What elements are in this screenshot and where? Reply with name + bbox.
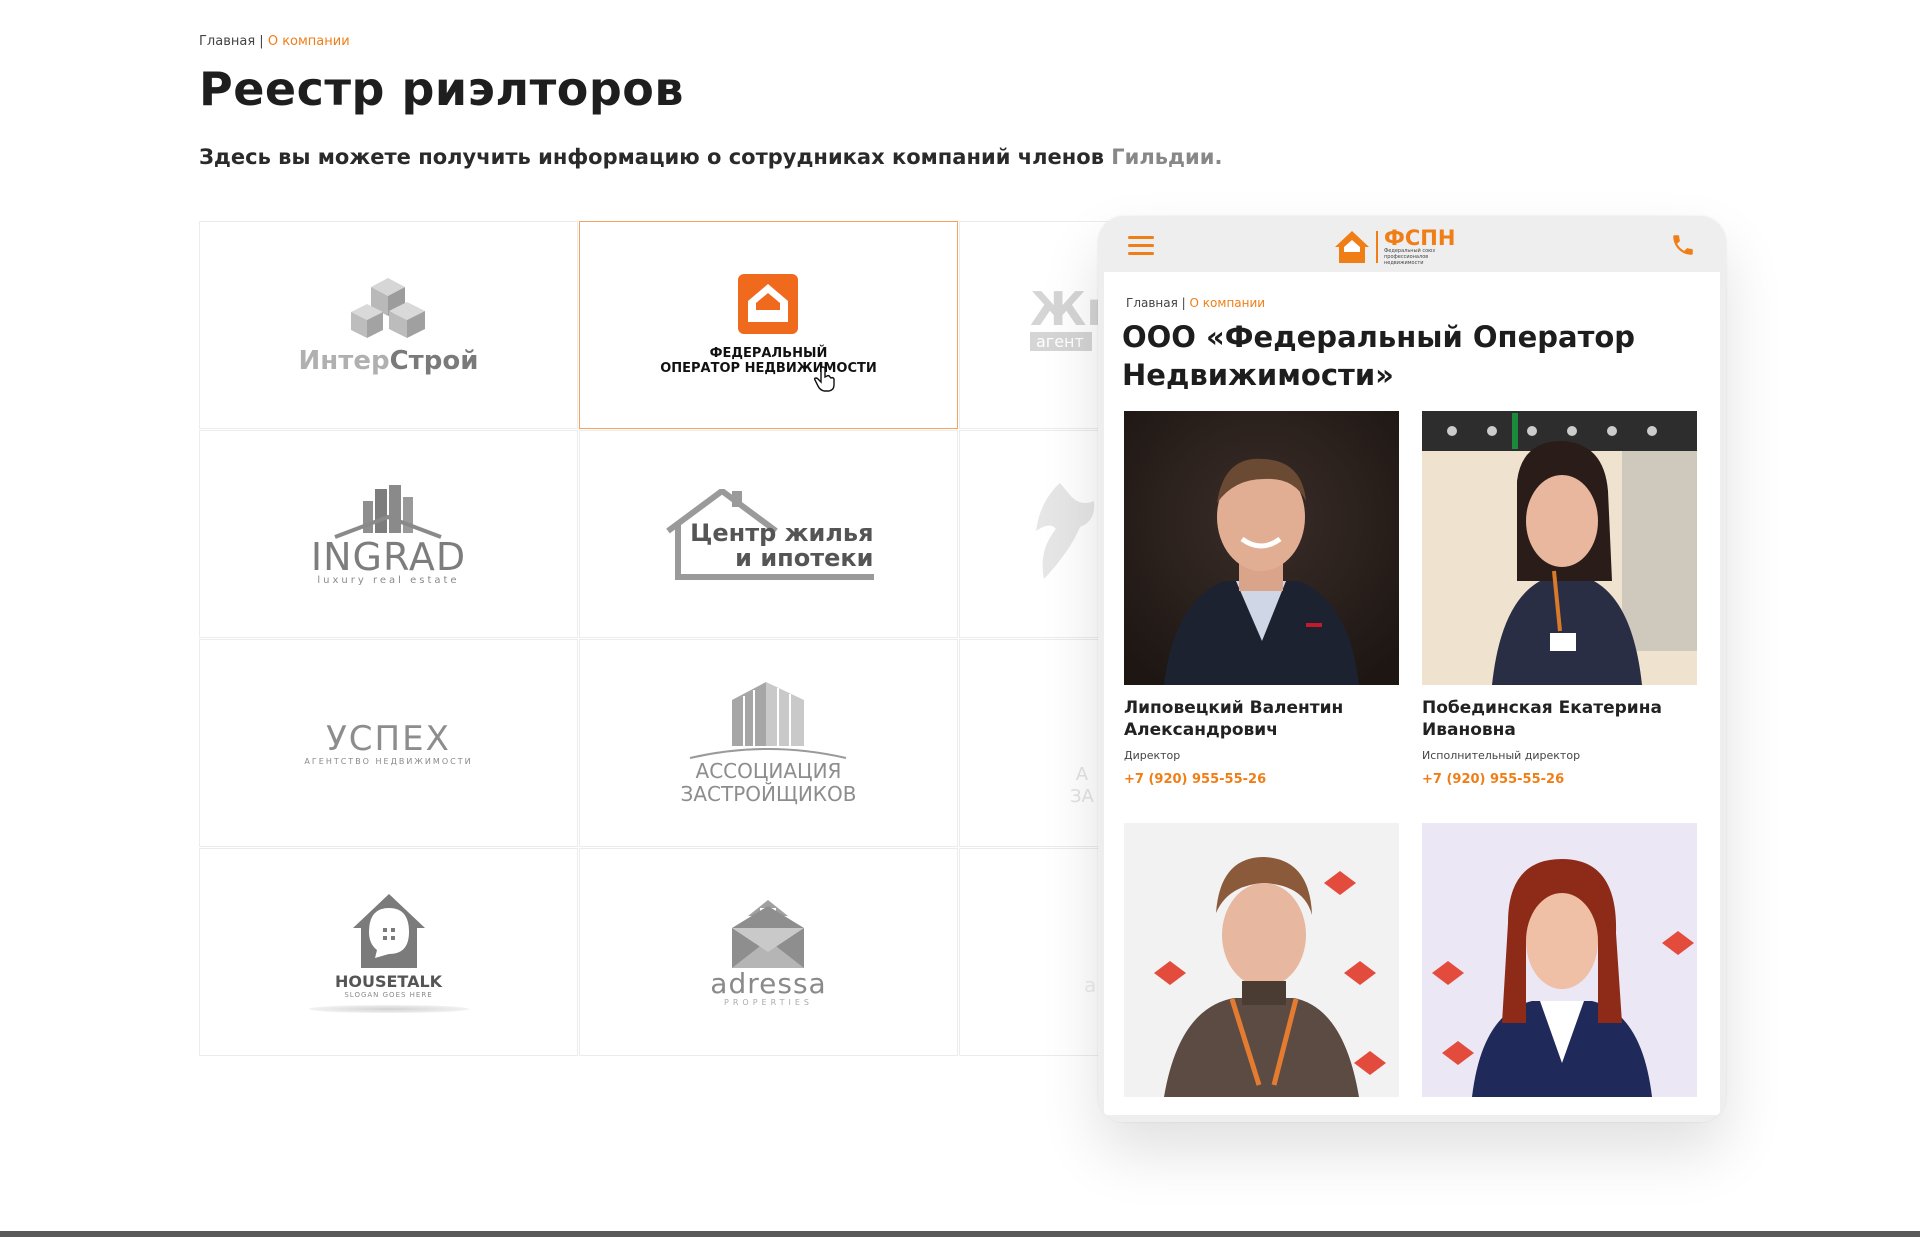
logo-ingrad-line2: luxury real estate — [317, 574, 460, 586]
bottom-bar — [0, 1231, 1920, 1237]
logo-cell-adressa[interactable]: adressa PROPERTIES — [579, 848, 958, 1056]
mobile-brand-logo[interactable]: ФСПН Федеральный союз профессионалов нед… — [1334, 228, 1464, 266]
cursor-hand-icon — [814, 366, 835, 392]
employee-phone-link[interactable]: +7 (920) 955-55-26 — [1124, 772, 1266, 787]
employee-photo-image — [1124, 411, 1399, 685]
logo-ingrad: INGRAD luxury real estate — [311, 483, 466, 586]
house-logo-icon — [738, 274, 799, 334]
page-subtitle: Здесь вы можете получить информацию о со… — [199, 145, 1222, 169]
logo-adressa: adressa PROPERTIES — [710, 898, 826, 1007]
employee-photo — [1124, 411, 1399, 685]
logo-center-line2: и ипотеки — [735, 544, 874, 572]
employee-photo — [1422, 823, 1697, 1097]
employee-card[interactable] — [1422, 823, 1697, 1097]
cubes-icon — [351, 278, 426, 338]
logo-cell-housetalk[interactable]: HOUSETALK SLOGAN GOES HERE — [199, 848, 578, 1056]
logo-fon-line1: ФЕДЕРАЛЬНЫЙ — [709, 346, 828, 361]
logo-aza: А ЗА — [1070, 764, 1094, 808]
envelope-house-icon — [732, 899, 805, 968]
mobile-mockup: ФСПН Федеральный союз профессионалов нед… — [1098, 216, 1726, 1122]
subtitle-fade: Гильдии. — [1111, 145, 1223, 169]
logo-uspeh-line1: УСПЕХ — [326, 718, 451, 759]
mobile-screen: Главная | О компании ООО «Федеральный Оп… — [1104, 272, 1720, 1115]
logo-zhi-line2: агент — [1030, 332, 1092, 351]
logo-fon-line2: ОПЕРАТОР НЕДВИЖИМОСТИ — [660, 361, 877, 376]
mobile-breadcrumb-current: О компании — [1189, 296, 1266, 310]
logo-cell-uspeh[interactable]: УСПЕХ АГЕНТСТВО НЕДВИЖИМОСТИ — [199, 639, 578, 847]
logo-aza-line1: А — [1075, 764, 1089, 785]
employee-name: Побединская Екатерина Ивановна — [1422, 698, 1662, 740]
brand-house-icon — [1335, 231, 1369, 263]
eagle-icon — [1036, 483, 1095, 579]
employee-name: Липовецкий Валентин Александрович — [1124, 698, 1344, 740]
logo-association: АССОЦИАЦИЯ ЗАСТРОЙЩИКОВ — [680, 680, 857, 806]
logo-housetalk-line1: HOUSETALK — [334, 971, 443, 991]
breadcrumb-home[interactable]: Главная — [199, 34, 255, 49]
logo-interstroy: ИнтерСтрой — [298, 274, 479, 376]
logo-cell-association[interactable]: АССОЦИАЦИЯ ЗАСТРОЙЩИКОВ — [579, 639, 958, 847]
page-title: Реестр риэлторов — [199, 62, 685, 116]
brand-name: ФСПН — [1384, 226, 1456, 250]
logo-uspeh-line2: АГЕНТСТВО НЕДВИЖИМОСТИ — [304, 756, 473, 766]
employee-photo — [1124, 823, 1399, 1097]
employee-card[interactable]: Побединская Екатерина Ивановна Исполните… — [1422, 411, 1697, 801]
logo-fon: ФЕДЕРАЛЬНЫЙ ОПЕРАТОР НЕДВИЖИМОСТИ — [660, 274, 877, 392]
employee-card[interactable]: Липовецкий Валентин Александрович Директ… — [1124, 411, 1399, 801]
logo-center-line1: Центр жилья — [690, 519, 874, 547]
employee-phone-link[interactable]: +7 (920) 955-55-26 — [1422, 772, 1564, 787]
breadcrumb-current: О компании — [267, 34, 350, 49]
house-chat-icon — [352, 893, 425, 968]
phone-icon[interactable] — [1670, 232, 1696, 258]
breadcrumb: Главная | О компании — [199, 34, 350, 49]
logo-center: Центр жилья и ипотеки — [664, 489, 874, 580]
mobile-breadcrumb-separator: | — [1181, 296, 1186, 310]
mobile-breadcrumb-home[interactable]: Главная — [1126, 296, 1178, 310]
logo-uspeh: УСПЕХ АГЕНТСТВО НЕДВИЖИМОСТИ — [304, 721, 472, 766]
menu-icon[interactable] — [1128, 236, 1154, 256]
logo-interstroy-part2: Строй — [389, 346, 479, 376]
brand-subtitle: Федеральный союз профессионалов недвижим… — [1384, 248, 1436, 266]
employee-role: Исполнительный директор — [1422, 749, 1581, 762]
subtitle-main: Здесь вы можете получить информацию о со… — [199, 145, 1104, 169]
logo-association-line1: АССОЦИАЦИЯ — [695, 759, 842, 783]
buildings-icon — [334, 484, 443, 539]
logo-housetalk-shadow — [308, 1004, 469, 1013]
mobile-page-title: ООО «Федеральный Оператор Недвижимости» — [1122, 320, 1636, 392]
logo-housetalk-line2: SLOGAN GOES HERE — [344, 990, 433, 999]
logo-cell-ingrad[interactable]: INGRAD luxury real estate — [199, 430, 578, 638]
logo-ingrad-line1: INGRAD — [310, 534, 467, 579]
employee-photo-image — [1422, 411, 1697, 685]
employee-photo — [1422, 411, 1697, 685]
employee-photo-image — [1422, 823, 1697, 1097]
logo-interstroy-part1: Интер — [298, 346, 390, 376]
skyscraper-icon — [690, 682, 847, 759]
mobile-breadcrumb: Главная | О компании — [1126, 296, 1265, 310]
brand-divider — [1376, 231, 1378, 263]
employee-role: Директор — [1124, 749, 1181, 762]
logo-cell-fon[interactable]: ФЕДЕРАЛЬНЫЙ ОПЕРАТОР НЕДВИЖИМОСТИ — [579, 221, 958, 429]
breadcrumb-separator: | — [259, 34, 264, 49]
logo-cell-interstroy[interactable]: ИнтерСтрой — [199, 221, 578, 429]
employee-card[interactable] — [1124, 823, 1399, 1097]
page: Главная | О компании Реестр риэлторов Зд… — [0, 0, 1920, 1237]
logo-adressa-line2: PROPERTIES — [724, 997, 813, 1007]
mobile-header: ФСПН Федеральный союз профессионалов нед… — [1098, 216, 1726, 272]
logo-housetalk: HOUSETALK SLOGAN GOES HERE — [308, 892, 469, 1013]
logo-a-line1: a — [1084, 973, 1097, 997]
employee-photo-image — [1124, 823, 1399, 1097]
logo-association-line2: ЗАСТРОЙЩИКОВ — [680, 782, 857, 806]
logo-adressa-line1: adressa — [710, 966, 827, 1000]
logo-aza-line2: ЗА — [1070, 786, 1094, 807]
logo-cell-center[interactable]: Центр жилья и ипотеки — [579, 430, 958, 638]
